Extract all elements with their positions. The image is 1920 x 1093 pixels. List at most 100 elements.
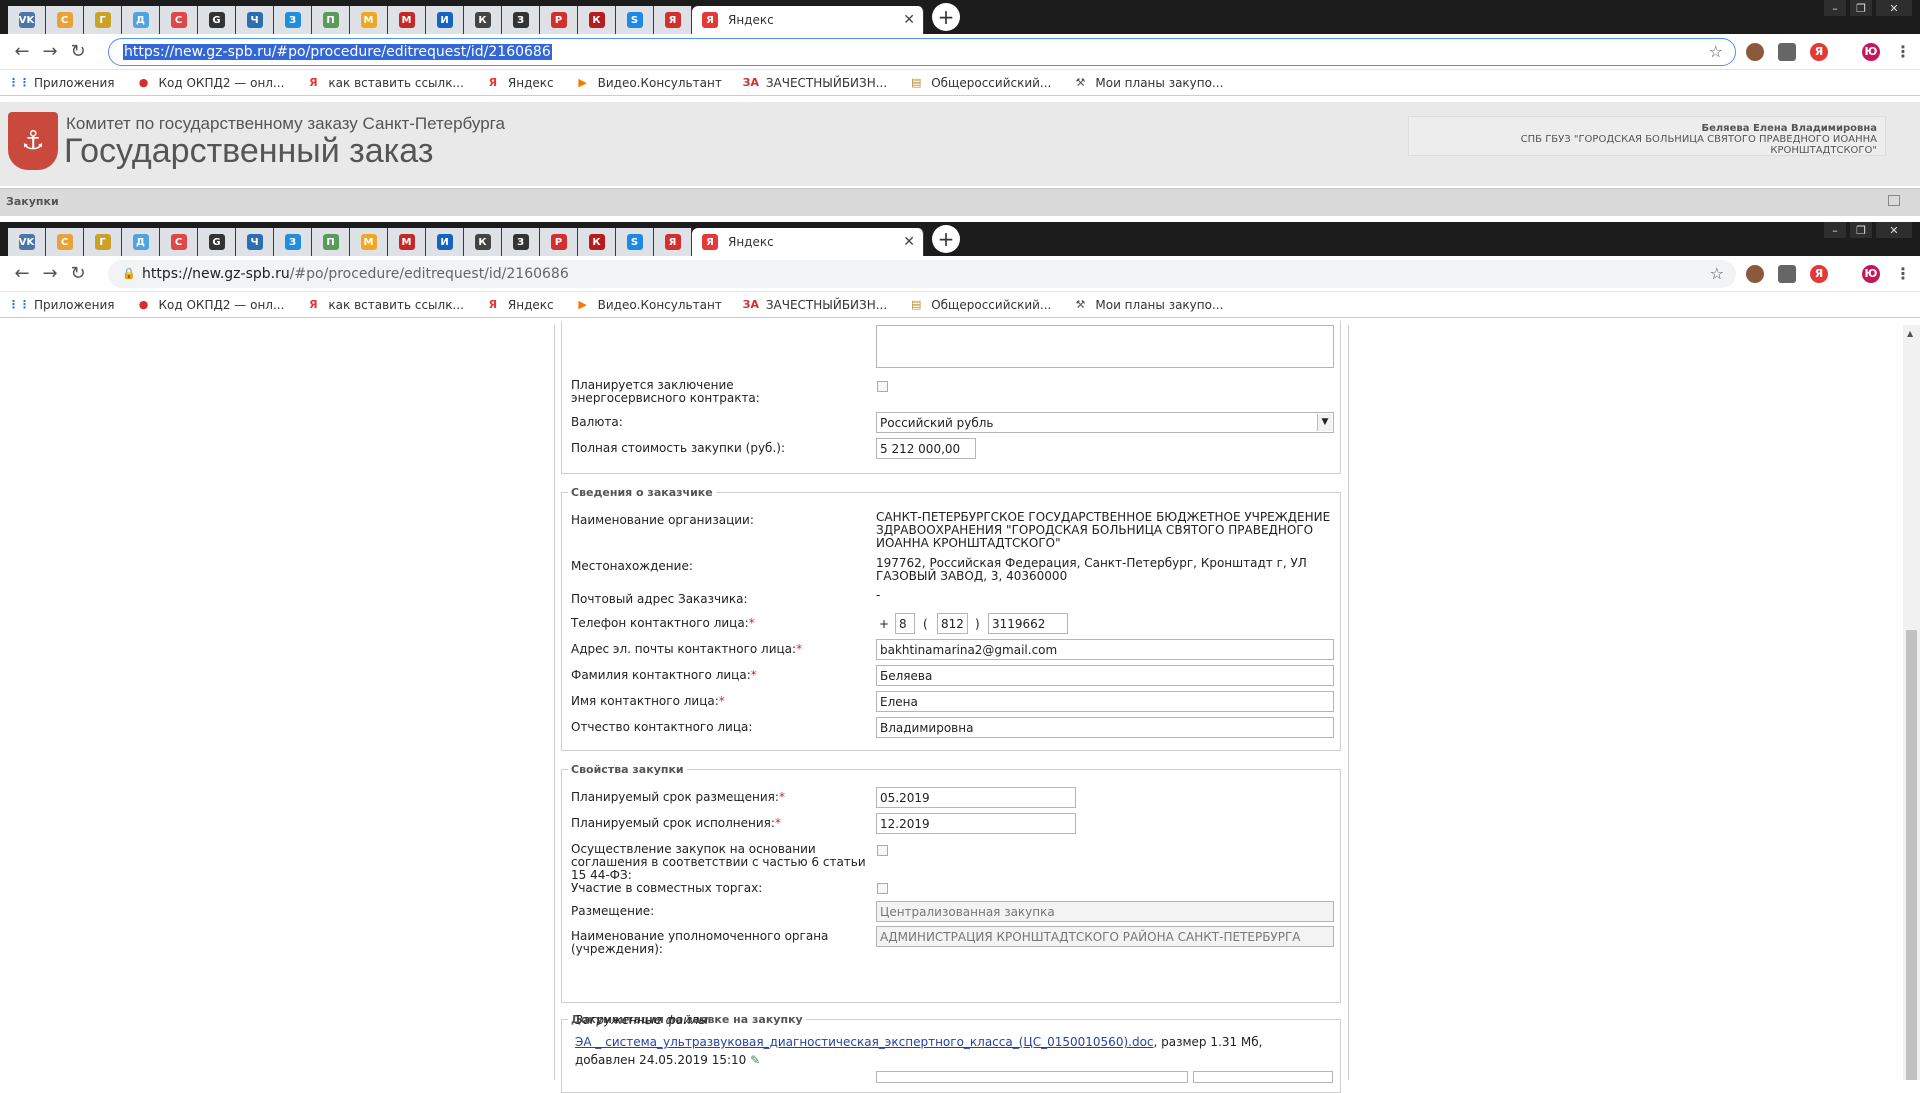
browser-tab[interactable]: Р: [540, 228, 578, 256]
browser-tab[interactable]: И: [426, 228, 464, 256]
new-tab-button[interactable]: +: [932, 2, 960, 31]
extension-icon[interactable]: [1778, 264, 1796, 283]
phone-country-input[interactable]: 8: [895, 613, 915, 634]
surname-input[interactable]: Беляева: [876, 665, 1334, 686]
menu-purchases[interactable]: Закупки: [6, 195, 59, 208]
bookmark-item[interactable]: ▶ Видео.Консультант: [576, 298, 721, 312]
sign-icon[interactable]: ✎: [750, 1053, 760, 1067]
placement-date-input[interactable]: 05.2019: [876, 787, 1076, 808]
browser-tab[interactable]: Г: [84, 6, 122, 34]
address-bar-focused[interactable]: https://new.gz-spb.ru/#po/procedure/edit…: [108, 37, 1736, 66]
bookmark-star-icon[interactable]: ☆: [1709, 42, 1723, 61]
bookmark-item[interactable]: ⚒ Мои планы закупо...: [1073, 298, 1223, 312]
browser-tab[interactable]: П: [312, 228, 350, 256]
bookmark-item[interactable]: ▶ Видео.Консультант: [576, 76, 721, 90]
placement-input[interactable]: Централизованная закупка: [876, 901, 1334, 922]
file-link[interactable]: ЭА _ система_ультразвуковая_диагностичес…: [575, 1035, 1154, 1049]
bookmark-item[interactable]: Якак вставить ссылк...: [306, 76, 464, 90]
profile-avatar[interactable]: Ю: [1862, 42, 1880, 61]
browser-tab[interactable]: З: [274, 228, 312, 256]
bookmark-item[interactable]: ● Код ОКПД2 — онл...: [137, 298, 285, 312]
currency-select[interactable]: Российский рубль ▼: [876, 412, 1334, 433]
browser-tab-active[interactable]: Я Яндекс ✕: [692, 6, 924, 34]
bookmark-item[interactable]: ● Код ОКПД2 — онл...: [137, 76, 285, 90]
browser-tab[interactable]: З: [274, 6, 312, 34]
yandex-extension-icon[interactable]: Я: [1810, 42, 1828, 61]
bookmark-item[interactable]: ⚒ Мои планы закупо...: [1073, 76, 1223, 90]
browser-tab[interactable]: Д: [122, 6, 160, 34]
bookmark-item[interactable]: ▤ Общероссийский...: [909, 298, 1051, 312]
bookmark-item[interactable]: ⋮⋮ Приложения: [8, 76, 115, 90]
browser-tab[interactable]: Ч: [236, 228, 274, 256]
bookmark-star-icon[interactable]: ☆: [1710, 264, 1724, 283]
close-window-icon[interactable]: ✕: [1876, 0, 1912, 16]
close-tab-icon[interactable]: ✕: [903, 234, 915, 250]
scroll-up-icon[interactable]: ▲: [1907, 329, 1913, 338]
description-textarea[interactable]: [876, 325, 1334, 368]
phone-number-input[interactable]: 3119662: [988, 613, 1068, 634]
bookmark-item[interactable]: ЗА ЗАЧЕСТНЫЙБИЗН...: [743, 76, 888, 90]
file-upload-input[interactable]: [876, 1071, 1188, 1083]
browser-tab[interactable]: G: [198, 6, 236, 34]
patronymic-input[interactable]: Владимировна: [876, 717, 1334, 738]
extension-icon[interactable]: [1746, 42, 1764, 61]
yandex-extension-icon[interactable]: Я: [1810, 264, 1828, 283]
agreement-checkbox[interactable]: [877, 845, 888, 856]
lock-icon[interactable]: 🔒: [122, 267, 142, 280]
browser-tab[interactable]: К: [464, 6, 502, 34]
browser-tab-active[interactable]: Я Яндекс ✕: [692, 228, 924, 256]
browser-tab[interactable]: М: [350, 6, 388, 34]
browser-tab[interactable]: П: [312, 6, 350, 34]
browser-tab[interactable]: S: [616, 228, 654, 256]
exec-date-input[interactable]: 12.2019: [876, 813, 1076, 834]
total-cost-input[interactable]: 5 212 000,00: [876, 438, 976, 459]
browser-tab[interactable]: Я: [654, 6, 692, 34]
browser-tab[interactable]: Р: [540, 6, 578, 34]
browser-tab[interactable]: VK: [8, 228, 46, 256]
browser-tab[interactable]: З: [502, 228, 540, 256]
page-scrollbar[interactable]: ▲: [1903, 325, 1920, 1080]
minimize-icon[interactable]: –: [1824, 222, 1846, 238]
restore-icon[interactable]: ❐: [1850, 222, 1872, 238]
browser-tab[interactable]: С: [46, 6, 84, 34]
menu-dots-icon[interactable]: ⋮: [1894, 264, 1912, 283]
energy-contract-checkbox[interactable]: [877, 381, 888, 392]
reload-icon[interactable]: ↻: [64, 263, 92, 284]
joint-tenders-checkbox[interactable]: [877, 883, 888, 894]
browser-tab[interactable]: К: [578, 228, 616, 256]
authority-input[interactable]: АДМИНИСТРАЦИЯ КРОНШТАДТСКОГО РАЙОНА САНК…: [876, 926, 1334, 947]
browser-tab[interactable]: Д: [122, 228, 160, 256]
address-bar[interactable]: 🔒 https://new.gz-spb.ru/#po/procedure/ed…: [108, 259, 1736, 288]
bookmark-item[interactable]: ⋮⋮ Приложения: [8, 298, 115, 312]
first-name-input[interactable]: Елена: [876, 691, 1334, 712]
maximize-panel-icon[interactable]: [1888, 195, 1900, 206]
back-icon[interactable]: ←: [8, 41, 36, 62]
email-input[interactable]: bakhtinamarina2@gmail.com: [876, 639, 1334, 660]
phone-code-input[interactable]: 812: [937, 613, 968, 634]
extension-icon[interactable]: [1778, 42, 1796, 61]
menu-dots-icon[interactable]: ⋮: [1894, 42, 1912, 61]
browser-tab[interactable]: С: [160, 228, 198, 256]
browser-tab[interactable]: Я: [654, 228, 692, 256]
chevron-down-icon[interactable]: ▼: [1317, 414, 1332, 431]
browser-tab[interactable]: К: [578, 6, 616, 34]
bookmark-item[interactable]: Я Яндекс: [486, 298, 554, 312]
browser-tab[interactable]: К: [464, 228, 502, 256]
browser-tab[interactable]: M: [388, 228, 426, 256]
bookmark-item[interactable]: ▤ Общероссийский...: [909, 76, 1051, 90]
browser-tab[interactable]: С: [46, 228, 84, 256]
close-window-icon[interactable]: ✕: [1876, 222, 1912, 238]
close-tab-icon[interactable]: ✕: [903, 12, 915, 28]
back-icon[interactable]: ←: [8, 263, 36, 284]
bookmark-item[interactable]: Я Яндекс: [486, 76, 554, 90]
browser-tab[interactable]: Г: [84, 228, 122, 256]
minimize-icon[interactable]: –: [1824, 0, 1846, 16]
browser-tab[interactable]: З: [502, 6, 540, 34]
browser-tab[interactable]: G: [198, 228, 236, 256]
browser-tab[interactable]: M: [388, 6, 426, 34]
reload-icon[interactable]: ↻: [64, 41, 92, 62]
browser-tab[interactable]: И: [426, 6, 464, 34]
browser-tab[interactable]: Ч: [236, 6, 274, 34]
bookmark-item[interactable]: ЗА ЗАЧЕСТНЫЙБИЗН...: [743, 298, 888, 312]
new-tab-button[interactable]: +: [932, 224, 960, 253]
